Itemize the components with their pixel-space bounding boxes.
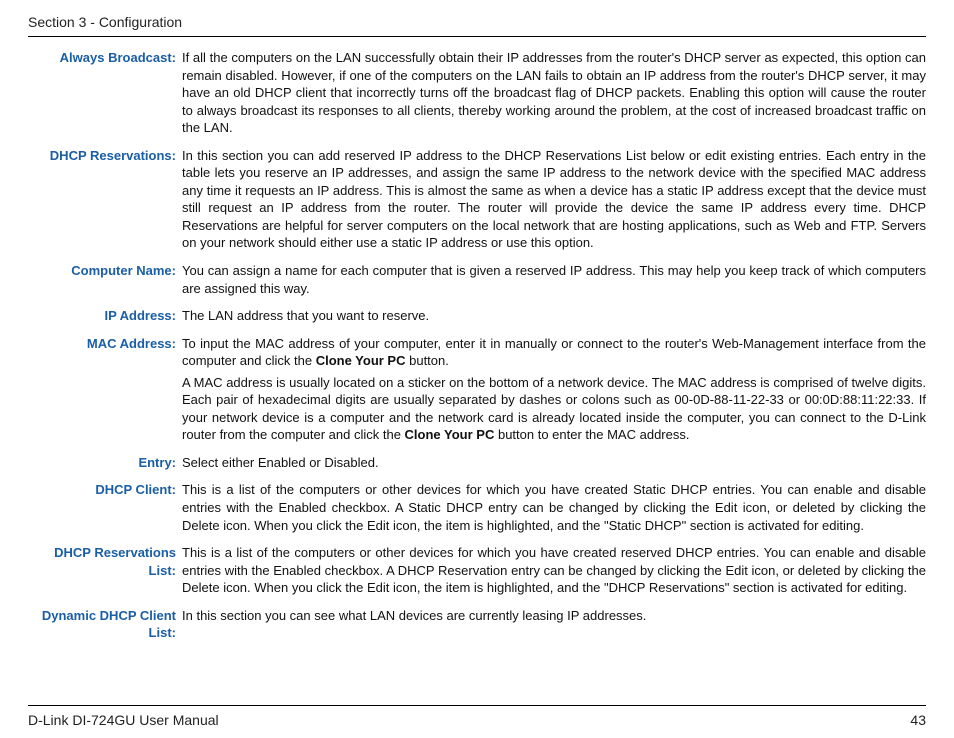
description-paragraph: In this section you can see what LAN dev… <box>182 607 926 625</box>
bold-text: Clone Your PC <box>316 353 406 368</box>
definition-term: MAC Address: <box>28 335 182 353</box>
description-paragraph: This is a list of the computers or other… <box>182 544 926 597</box>
description-paragraph: This is a list of the computers or other… <box>182 481 926 534</box>
definition-description: In this section you can see what LAN dev… <box>182 607 926 629</box>
definition-term: DHCP Reservations List: <box>28 544 182 579</box>
definition-term: DHCP Client: <box>28 481 182 499</box>
description-paragraph: A MAC address is usually located on a st… <box>182 374 926 444</box>
definition-description: This is a list of the computers or other… <box>182 544 926 601</box>
definition-description: This is a list of the computers or other… <box>182 481 926 538</box>
definition-entry: DHCP Client:This is a list of the comput… <box>28 481 926 538</box>
definition-term: Computer Name: <box>28 262 182 280</box>
definition-entry: Always Broadcast:If all the computers on… <box>28 49 926 141</box>
definition-description: Select either Enabled or Disabled. <box>182 454 926 476</box>
definition-description: In this section you can add reserved IP … <box>182 147 926 256</box>
definition-entry: DHCP Reservations:In this section you ca… <box>28 147 926 256</box>
definition-term: Entry: <box>28 454 182 472</box>
text-run: To input the MAC address of your compute… <box>182 336 926 369</box>
definition-term: Always Broadcast: <box>28 49 182 67</box>
definition-entry: Computer Name:You can assign a name for … <box>28 262 926 301</box>
definition-list: Always Broadcast:If all the computers on… <box>28 49 926 705</box>
description-paragraph: The LAN address that you want to reserve… <box>182 307 926 325</box>
description-paragraph: If all the computers on the LAN successf… <box>182 49 926 137</box>
footer-manual-name: D-Link DI-724GU User Manual <box>28 712 219 728</box>
description-paragraph: You can assign a name for each computer … <box>182 262 926 297</box>
definition-entry: DHCP Reservations List:This is a list of… <box>28 544 926 601</box>
bold-text: Clone Your PC <box>405 427 495 442</box>
description-paragraph: In this section you can add reserved IP … <box>182 147 926 252</box>
definition-term: IP Address: <box>28 307 182 325</box>
definition-entry: Dynamic DHCP Client List:In this section… <box>28 607 926 642</box>
definition-term: Dynamic DHCP Client List: <box>28 607 182 642</box>
definition-entry: MAC Address:To input the MAC address of … <box>28 335 926 448</box>
definition-term: DHCP Reservations: <box>28 147 182 165</box>
definition-entry: Entry:Select either Enabled or Disabled. <box>28 454 926 476</box>
page-footer: D-Link DI-724GU User Manual 43 <box>28 705 926 728</box>
definition-description: If all the computers on the LAN successf… <box>182 49 926 141</box>
text-run: button to enter the MAC address. <box>494 427 689 442</box>
definition-description: To input the MAC address of your compute… <box>182 335 926 448</box>
description-paragraph: To input the MAC address of your compute… <box>182 335 926 370</box>
footer-page-number: 43 <box>910 712 926 728</box>
definition-description: The LAN address that you want to reserve… <box>182 307 926 329</box>
text-run: button. <box>406 353 449 368</box>
description-paragraph: Select either Enabled or Disabled. <box>182 454 926 472</box>
definition-entry: IP Address:The LAN address that you want… <box>28 307 926 329</box>
definition-description: You can assign a name for each computer … <box>182 262 926 301</box>
section-header: Section 3 - Configuration <box>28 14 926 37</box>
